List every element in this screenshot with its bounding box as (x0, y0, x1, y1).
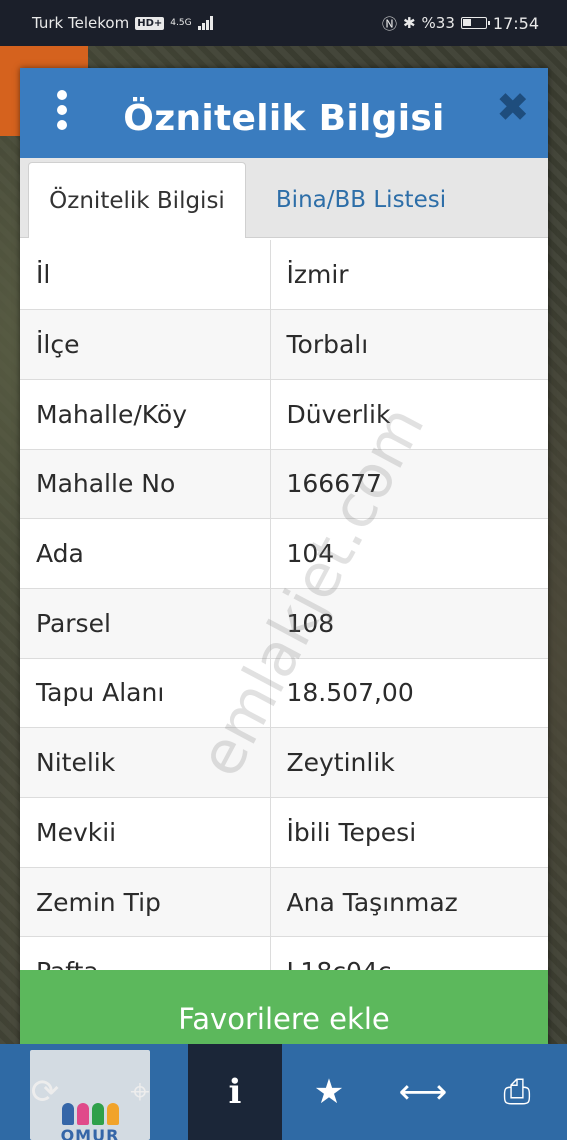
print-icon[interactable]: ⎙ (470, 1044, 564, 1140)
tab-attribute-info[interactable]: Öznitelik Bilgisi (28, 162, 246, 238)
table-row: Mevkii İbili Tepesi (20, 797, 548, 868)
table-row: Tapu Alanı 18.507,00 (20, 658, 548, 729)
attribute-value: 166677 (270, 449, 548, 520)
attribute-key: Mevkii (20, 797, 271, 868)
table-row: Zemin Tip Ana Taşınmaz (20, 867, 548, 938)
table-row: Mahalle/Köy Düverlik (20, 379, 548, 450)
attribute-value: 18.507,00 (270, 658, 548, 729)
battery-percent: %33 (421, 14, 455, 32)
attribute-value: İzmir (270, 240, 548, 311)
attribute-key: Pafta (20, 936, 271, 970)
tab-bar: Öznitelik Bilgisi Bina/BB Listesi (20, 158, 548, 238)
attribute-table[interactable]: İl İzmir İlçe Torbalı Mahalle/Köy Düverlik Mah… (20, 240, 548, 970)
table-row: Mahalle No 166677 (20, 449, 548, 520)
attribute-key: İl (20, 240, 271, 311)
attribute-key: Ada (20, 518, 271, 589)
attribute-value: 104 (270, 518, 548, 589)
attribute-key: Tapu Alanı (20, 658, 271, 729)
logo-text: ÖMÜR (60, 1128, 120, 1140)
status-right: Ⓝ ✱ %33 17:54 (382, 13, 539, 34)
table-row: Ada 104 (20, 518, 548, 589)
network-type: 4.5G (170, 17, 192, 28)
dialog-header: Öznitelik Bilgisi ✖ (20, 68, 548, 158)
close-icon[interactable]: ✖ (496, 88, 530, 128)
attribute-key: Parsel (20, 588, 271, 659)
signal-icon (197, 16, 213, 30)
info-icon[interactable]: i (188, 1044, 282, 1140)
table-row: İlçe Torbalı (20, 309, 548, 380)
status-bar: Turk Telekom HD+ 4.5G Ⓝ ✱ %33 17:54 (0, 0, 567, 46)
star-icon[interactable]: ★ (282, 1044, 376, 1140)
attribute-value: Düverlik (270, 379, 548, 450)
measure-icon[interactable]: ⟷ (376, 1044, 470, 1140)
battery-icon (460, 17, 490, 29)
attribute-value: L18c04c (270, 936, 548, 970)
table-row: İl İzmir (20, 240, 548, 311)
bluetooth-icon: ✱ (402, 14, 416, 32)
hd-badge: HD+ (135, 16, 165, 30)
table-row: Parsel 108 (20, 588, 548, 659)
attribute-key: İlçe (20, 309, 271, 380)
attribute-value: Torbalı (270, 309, 548, 380)
attribute-key: Nitelik (20, 727, 271, 798)
table-row: PaftaL18c04c (20, 936, 548, 970)
attribute-value: İbili Tepesi (270, 797, 548, 868)
dialog-title: Öznitelik Bilgisi (123, 98, 445, 139)
tab-building-list[interactable]: Bina/BB Listesi (256, 162, 466, 238)
attribute-value: Zeytinlik (270, 727, 548, 798)
agency-logo: ÖMÜR (30, 1050, 150, 1140)
attribute-dialog: Öznitelik Bilgisi ✖ Öznitelik Bilgisi Bi… (20, 68, 548, 1068)
logo-people-icon (61, 1103, 119, 1125)
table-row: Nitelik Zeytinlik (20, 727, 548, 798)
nfc-icon: Ⓝ (381, 14, 397, 33)
attribute-key: Mahalle No (20, 449, 271, 520)
clock: 17:54 (492, 13, 539, 33)
carrier-name: Turk Telekom (32, 14, 130, 32)
status-left: Turk Telekom HD+ 4.5G (32, 14, 213, 32)
attribute-key: Zemin Tip (20, 867, 271, 938)
attribute-key: Mahalle/Köy (20, 379, 271, 450)
attribute-value: 108 (270, 588, 548, 659)
attribute-value: Ana Taşınmaz (270, 867, 548, 938)
